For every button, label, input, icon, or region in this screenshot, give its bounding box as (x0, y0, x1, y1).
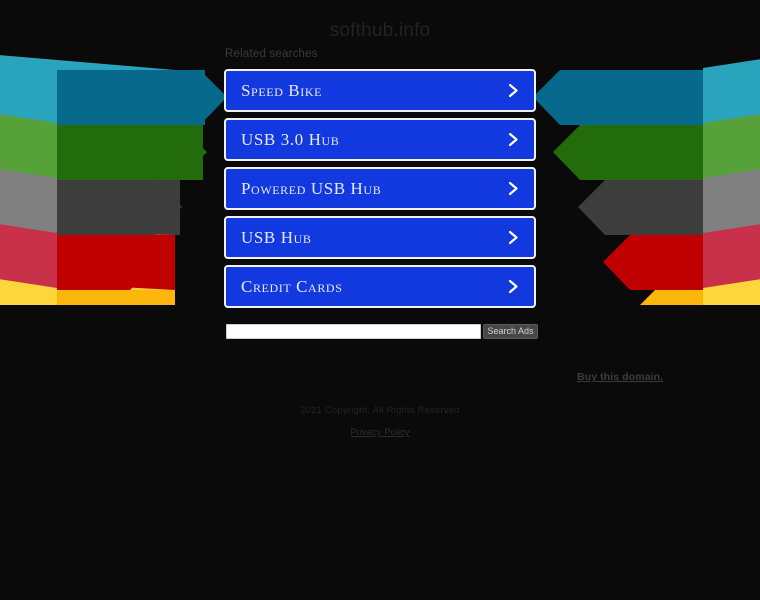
chevron-right-icon (505, 229, 522, 246)
chevron-light-teal (0, 59, 57, 144)
buy-this-domain-link[interactable]: Buy this domain. (577, 371, 663, 383)
related-search-label: USB 3.0 Hub (241, 130, 340, 149)
related-search-label: USB Hub (241, 228, 312, 247)
chevron-light-yellow-mirror (703, 279, 760, 364)
page-title: softhub.info (329, 20, 431, 41)
privacy-policy-label[interactable]: Privacy Policy (350, 427, 409, 438)
chevron-light-green-mirror (703, 114, 760, 199)
chevron-head-teal (57, 70, 227, 125)
chevron-right-icon (505, 278, 522, 295)
chevron-band-yellow-light (0, 280, 175, 372)
related-search-item-credit-cards[interactable]: Credit Cards (224, 265, 536, 308)
related-search-label: Speed Bike (241, 81, 323, 100)
chevron-band-teal-light (0, 55, 175, 152)
chevron-band-gray-light (0, 170, 175, 262)
related-searches-list: Speed Bike USB 3.0 Hub Powered USB Hub U… (224, 69, 536, 314)
chevron-light-green (0, 114, 57, 199)
chevron-right-icon (505, 131, 522, 148)
chevron-band-green-light (0, 115, 175, 207)
chevron-band-yellow-main (105, 290, 175, 345)
chevron-band-teal-main (175, 70, 225, 125)
chevron-light-red (0, 224, 57, 309)
related-search-item-usb-3-0-hub[interactable]: USB 3.0 Hub (224, 118, 536, 161)
decorative-chevron-bands-right (530, 55, 760, 364)
chevron-band-gray-main (155, 180, 180, 235)
chevron-light-red-mirror (703, 224, 760, 309)
chevron-band-green-main (175, 125, 203, 180)
search-row: Search Ads (226, 324, 538, 339)
related-search-label: Credit Cards (241, 277, 343, 296)
chevron-right-icon (505, 82, 522, 99)
chevron-right-icon (505, 180, 522, 197)
search-ads-button[interactable]: Search Ads (483, 324, 538, 339)
chevron-head-green (57, 125, 207, 180)
decorative-chevron-heads-left (0, 55, 230, 364)
related-search-item-powered-usb-hub[interactable]: Powered USB Hub (224, 167, 536, 210)
chevron-band-red-main (130, 235, 175, 290)
search-input[interactable] (226, 324, 481, 339)
privacy-policy-link[interactable]: Privacy Policy (0, 427, 760, 438)
related-search-label: Powered USB Hub (241, 179, 382, 198)
chevron-head-yellow (57, 290, 132, 345)
copyright-text: 2021 Copyright. All Rights Reserved (300, 405, 460, 416)
related-searches-label: Related searches (225, 48, 318, 60)
chevron-light-gray-mirror (703, 169, 760, 254)
chevron-band-gray-main-body (175, 180, 180, 235)
chevron-band-red-light (0, 225, 175, 317)
chevron-head-gray (57, 180, 182, 235)
related-search-item-usb-hub[interactable]: USB Hub (224, 216, 536, 259)
chevron-head-green-mirror (553, 125, 703, 180)
related-search-item-speed-bike[interactable]: Speed Bike (224, 69, 536, 112)
chevron-head-red (57, 235, 157, 290)
page-content: softhub.info Related searches Speed Bike… (0, 0, 760, 438)
chevron-band-green-main-body (175, 125, 203, 180)
chevron-light-teal-mirror (703, 59, 760, 144)
chevron-head-teal-mirror (533, 70, 703, 125)
chevron-light-yellow (0, 279, 57, 364)
chevron-light-gray (0, 169, 57, 254)
decorative-chevron-bands-left (0, 55, 230, 372)
chevron-band-teal-main-body (175, 70, 205, 125)
chevron-head-red-mirror (603, 235, 703, 290)
chevron-head-gray-mirror (578, 180, 703, 235)
chevron-head-yellow-mirror (628, 290, 703, 345)
